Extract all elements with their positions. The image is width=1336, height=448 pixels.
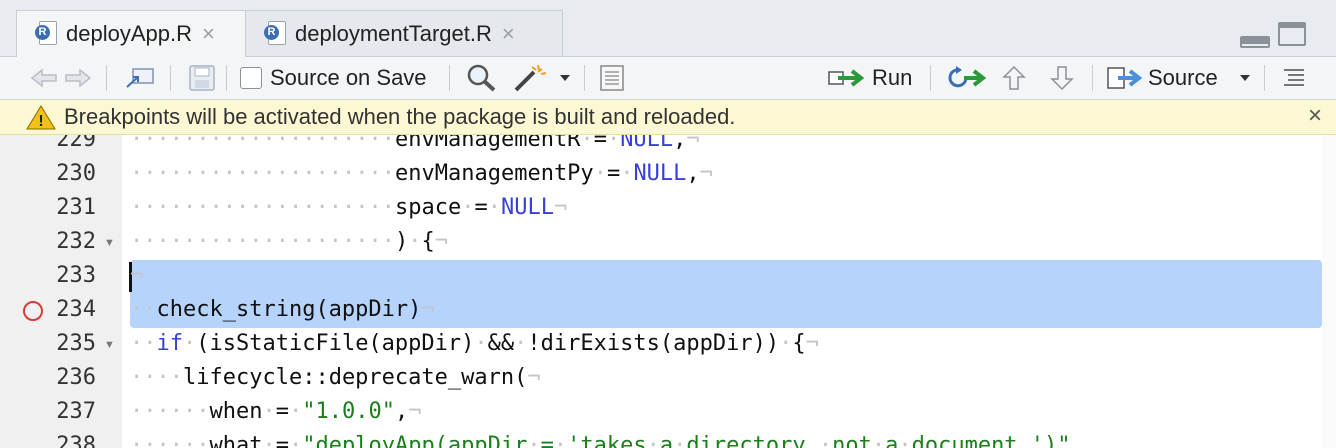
editor-tab-bar: R deployApp.R × R deploymentTarget.R × xyxy=(0,0,1336,57)
toolbar-separator xyxy=(170,65,171,91)
line-number: 233 xyxy=(56,263,96,288)
tab-label: deploymentTarget.R xyxy=(295,20,492,46)
go-down-icon[interactable] xyxy=(1048,57,1076,99)
line-number: 235 xyxy=(56,331,96,356)
show-in-window-icon[interactable] xyxy=(124,57,156,99)
toolbar-separator xyxy=(1092,65,1093,91)
toolbar-separator xyxy=(930,65,931,91)
source-button[interactable]: Source xyxy=(1106,57,1250,99)
code-line[interactable]: ··if·(isStaticFile(appDir)·&&·!dirExists… xyxy=(130,327,819,361)
close-tab-icon[interactable]: × xyxy=(502,21,515,47)
source-icon xyxy=(1107,67,1143,89)
run-button[interactable]: Run xyxy=(828,57,912,99)
code-line[interactable]: ····················envManagementPy·=·NU… xyxy=(130,157,713,191)
chevron-down-icon[interactable] xyxy=(1239,75,1250,81)
source-on-save-label: Source on Save xyxy=(270,65,427,90)
fold-chevron-icon[interactable]: ▼ xyxy=(104,339,115,351)
checkbox-box[interactable] xyxy=(240,67,262,89)
editor-toolbar: Source on Save Run Source xyxy=(0,57,1336,100)
code-editor[interactable]: 229 230 231 232 233 234 235 236 237 238 … xyxy=(0,135,1336,448)
line-number: 229 xyxy=(56,135,96,152)
fold-chevron-icon[interactable]: ▼ xyxy=(104,237,115,249)
outline-icon[interactable] xyxy=(1278,57,1306,99)
source-on-save-checkbox[interactable]: Source on Save xyxy=(240,57,427,99)
toolbar-separator xyxy=(1264,65,1265,91)
toolbar-separator xyxy=(106,65,107,91)
warning-icon: ! xyxy=(26,105,56,130)
r-file-icon: R xyxy=(35,21,57,47)
back-arrow-icon[interactable] xyxy=(28,57,58,99)
breakpoint-notice-bar: ! Breakpoints will be activated when the… xyxy=(0,100,1336,135)
code-line[interactable]: ····lifecycle::deprecate_warn(¬ xyxy=(130,361,541,395)
search-icon[interactable] xyxy=(466,57,498,99)
code-line[interactable]: ······what·=·"deployApp(appDir·=·'takes·… xyxy=(130,429,1071,448)
compile-report-icon[interactable] xyxy=(598,57,626,99)
code-line[interactable]: ····················)·{¬ xyxy=(130,225,448,259)
run-icon xyxy=(828,69,865,87)
line-number: 237 xyxy=(56,399,96,424)
source-label: Source xyxy=(1148,65,1218,90)
code-line[interactable]: ····················space·=·NULL¬ xyxy=(130,191,567,225)
toolbar-separator xyxy=(449,65,450,91)
code-line[interactable]: ······when·=·"1.0.0",¬ xyxy=(130,395,421,429)
forward-arrow-icon[interactable] xyxy=(64,57,94,99)
code-line[interactable]: ····················envManagementR·=·NUL… xyxy=(130,135,700,157)
code-line[interactable]: ··check_string(appDir)¬ xyxy=(130,293,435,327)
tab-label: deployApp.R xyxy=(66,21,192,46)
chevron-down-icon xyxy=(560,75,570,81)
tab-deployapp[interactable]: R deployApp.R × xyxy=(16,10,246,57)
svg-text:!: ! xyxy=(38,113,43,130)
line-number: 232 xyxy=(56,229,96,254)
editor-scrollbar[interactable] xyxy=(1322,135,1336,448)
magic-wand-icon[interactable] xyxy=(512,57,570,99)
line-number: 236 xyxy=(56,365,96,390)
close-notice-icon[interactable]: × xyxy=(1308,102,1322,130)
line-number: 231 xyxy=(56,195,96,220)
run-label: Run xyxy=(872,65,913,90)
minimize-icon[interactable] xyxy=(1240,36,1270,48)
toolbar-separator xyxy=(226,65,227,91)
close-tab-icon[interactable]: × xyxy=(202,21,215,47)
line-number: 238 xyxy=(56,433,96,448)
r-file-icon: R xyxy=(264,20,286,47)
code-line[interactable]: ¬ xyxy=(130,259,143,293)
notice-text: Breakpoints will be activated when the p… xyxy=(64,104,736,129)
save-icon[interactable] xyxy=(188,57,216,99)
breakpoint-icon[interactable] xyxy=(23,301,43,321)
rerun-icon[interactable] xyxy=(946,57,988,99)
maximize-icon[interactable] xyxy=(1278,22,1306,46)
tab-deploymenttarget[interactable]: R deploymentTarget.R × xyxy=(245,10,563,56)
line-number: 234 xyxy=(56,297,96,322)
go-up-icon[interactable] xyxy=(1000,57,1028,99)
toolbar-separator xyxy=(584,65,585,91)
line-number: 230 xyxy=(56,161,96,186)
